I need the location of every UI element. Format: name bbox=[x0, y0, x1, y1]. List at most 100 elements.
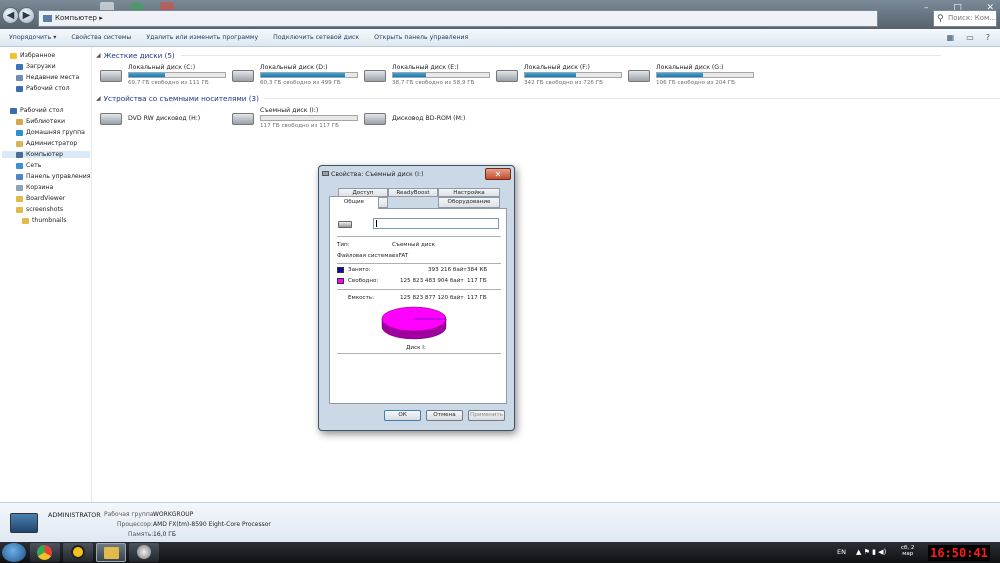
drive-usage-fill bbox=[261, 73, 346, 77]
sidebar-item-label: Панель управления bbox=[26, 173, 91, 180]
drive-item[interactable]: Локальный диск (D:) 60,3 ГБ свободно из 4… bbox=[232, 64, 362, 90]
map-network-drive-button[interactable]: Подключить сетевой диск bbox=[273, 34, 359, 41]
drive-usage-bar bbox=[524, 72, 622, 78]
ok-button[interactable]: ОК bbox=[384, 410, 421, 421]
system-properties-button[interactable]: Свойства системы bbox=[71, 34, 131, 41]
recycle-bin-icon bbox=[16, 184, 23, 191]
tab-settings[interactable]: Настройка bbox=[438, 188, 500, 197]
removable-item[interactable]: Съемный диск (I:) 117 ГБ свободно из 117 … bbox=[232, 107, 362, 133]
explorer-taskbar-button[interactable] bbox=[96, 543, 126, 562]
organize-button[interactable]: Упорядочить ▾ bbox=[9, 34, 56, 41]
drive-usage-fill bbox=[393, 73, 426, 77]
sidebar-item[interactable]: Загрузки bbox=[16, 63, 56, 70]
sidebar-item-label: Рабочий стол bbox=[26, 85, 70, 92]
forward-button[interactable]: ▶ bbox=[18, 7, 35, 24]
sidebar-item[interactable]: Панель управления bbox=[16, 173, 91, 180]
desktop-icon bbox=[10, 107, 17, 114]
view-options-icon[interactable]: ▦ bbox=[947, 33, 955, 42]
tab-hardware[interactable]: Оборудование bbox=[438, 197, 500, 208]
apply-button[interactable]: Применить bbox=[468, 410, 505, 421]
start-button[interactable] bbox=[2, 543, 26, 562]
date[interactable]: сб, 2 мар bbox=[901, 545, 914, 557]
help-icon[interactable]: ? bbox=[986, 33, 990, 42]
sidebar-item[interactable]: screenshots bbox=[16, 206, 63, 213]
drive-name: Локальный диск (C:) bbox=[128, 64, 196, 71]
sidebar-item[interactable]: Рабочий стол bbox=[10, 107, 64, 114]
workgroup-label: Рабочая группа: bbox=[104, 511, 156, 518]
search-input[interactable]: ⚲ Поиск: Ком... bbox=[933, 10, 997, 27]
hard-drive-icon bbox=[100, 70, 122, 82]
dialog-close-button[interactable]: ✕ bbox=[485, 168, 511, 180]
app-icon bbox=[71, 545, 85, 559]
cancel-button[interactable]: Отмена bbox=[426, 410, 463, 421]
taskbar: EN ▲ ⚑ ▮ ◀) сб, 2 мар 16:50:41 bbox=[0, 542, 1000, 563]
uninstall-program-button[interactable]: Удалить или изменить программу bbox=[146, 34, 258, 41]
free-color-swatch bbox=[337, 278, 344, 284]
open-control-panel-button[interactable]: Открыть панель управления bbox=[374, 34, 468, 41]
used-size: 384 КБ bbox=[467, 267, 488, 273]
sidebar-item[interactable]: Домашняя группа bbox=[16, 129, 85, 136]
minimize-button[interactable]: – bbox=[924, 3, 929, 13]
memory-label: Память: bbox=[128, 531, 154, 538]
folder-icon bbox=[22, 217, 29, 224]
clock[interactable]: 16:50:41 bbox=[928, 545, 990, 561]
removable-item[interactable]: Дисковод BD-ROM (M:) bbox=[364, 107, 494, 133]
sidebar-item[interactable]: Компьютер bbox=[2, 151, 90, 158]
folder-icon bbox=[104, 547, 119, 559]
chrome-taskbar-button[interactable] bbox=[30, 543, 60, 562]
address-bar[interactable]: Компьютер ▸ bbox=[38, 10, 878, 27]
tab-general[interactable]: Общие bbox=[329, 196, 379, 209]
group-divider bbox=[180, 55, 941, 56]
computer-icon bbox=[16, 151, 23, 158]
cpu-label: Процессор: bbox=[117, 521, 153, 528]
sidebar-item[interactable]: Избранное bbox=[10, 52, 55, 59]
drive-name: Локальный диск (F:) bbox=[524, 64, 590, 71]
drive-name: DVD RW дисковод (H:) bbox=[128, 115, 201, 122]
capacity-bytes: 125 823 877 120 байт bbox=[400, 295, 464, 301]
drive-item[interactable]: Локальный диск (F:) 342 ГБ свободно из 72… bbox=[496, 64, 626, 90]
disk-usage-pie bbox=[381, 306, 447, 340]
sidebar-item[interactable]: Недавние места bbox=[16, 74, 79, 81]
drive-item[interactable]: Локальный диск (C:) 69,7 ГБ свободно из 1… bbox=[100, 64, 230, 90]
computer-icon bbox=[43, 14, 52, 22]
sidebar-item[interactable]: Сеть bbox=[16, 162, 41, 169]
volume-name-input[interactable] bbox=[373, 218, 499, 229]
removable-drive-icon bbox=[232, 113, 254, 125]
sidebar-item-label: screenshots bbox=[26, 206, 64, 213]
app2-taskbar-button[interactable] bbox=[129, 543, 159, 562]
dialog-title: Свойства: Съемный диск (I:) bbox=[331, 171, 424, 178]
sidebar-item-label: BoardViewer bbox=[26, 195, 66, 202]
group-hard-drives[interactable]: ◢ Жесткие диски (5) bbox=[96, 51, 941, 60]
drive-icon bbox=[322, 171, 329, 176]
sidebar-item[interactable]: Корзина bbox=[16, 184, 53, 191]
app-taskbar-button[interactable] bbox=[63, 543, 93, 562]
back-button[interactable]: ◀ bbox=[2, 7, 19, 24]
tray-icons[interactable]: ▲ ⚑ ▮ ◀) bbox=[856, 548, 886, 556]
general-panel: Тип: Съемный диск Файловая система: exFA… bbox=[329, 208, 507, 404]
user-name: ADMINISTRATOR bbox=[48, 511, 101, 519]
drive-usage-fill bbox=[657, 73, 704, 77]
sidebar-item[interactable]: BoardViewer bbox=[16, 195, 65, 202]
tab-readyboost[interactable]: ReadyBoost bbox=[388, 188, 438, 197]
sidebar-item[interactable]: Рабочий стол bbox=[16, 85, 70, 92]
drive-usage-fill bbox=[129, 73, 165, 77]
sidebar-item-label: Компьютер bbox=[26, 151, 64, 158]
sidebar-item[interactable]: Администратор bbox=[16, 140, 77, 147]
removable-item[interactable]: DVD RW дисковод (H:) bbox=[100, 107, 230, 133]
sidebar-item-label: Загрузки bbox=[26, 63, 56, 70]
hard-drive-icon bbox=[232, 70, 254, 82]
sidebar-item[interactable]: Библиотеки bbox=[16, 118, 65, 125]
sidebar-item-label: Домашняя группа bbox=[26, 129, 85, 136]
sidebar-item[interactable]: thumbnails bbox=[22, 217, 67, 224]
group-removable[interactable]: ◢ Устройства со съемными носителями (3) bbox=[96, 94, 1000, 103]
preview-pane-icon[interactable]: ▭ bbox=[966, 33, 974, 42]
drive-item[interactable]: Локальный диск (E:) 38,7 ГБ свободно из 5… bbox=[364, 64, 494, 90]
drive-free-space: 38,7 ГБ свободно из 58,9 ГБ bbox=[392, 80, 475, 86]
drive-icon bbox=[338, 221, 352, 228]
details-pane: ADMINISTRATOR Рабочая группа: WORKGROUP … bbox=[0, 502, 1000, 542]
separator bbox=[337, 236, 501, 237]
language-indicator[interactable]: EN bbox=[837, 548, 846, 556]
free-bytes: 125 823 483 904 байт bbox=[400, 278, 464, 284]
drive-item[interactable]: Локальный диск (G:) 106 ГБ свободно из 20… bbox=[628, 64, 758, 90]
capacity-label: Емкость: bbox=[348, 295, 375, 301]
